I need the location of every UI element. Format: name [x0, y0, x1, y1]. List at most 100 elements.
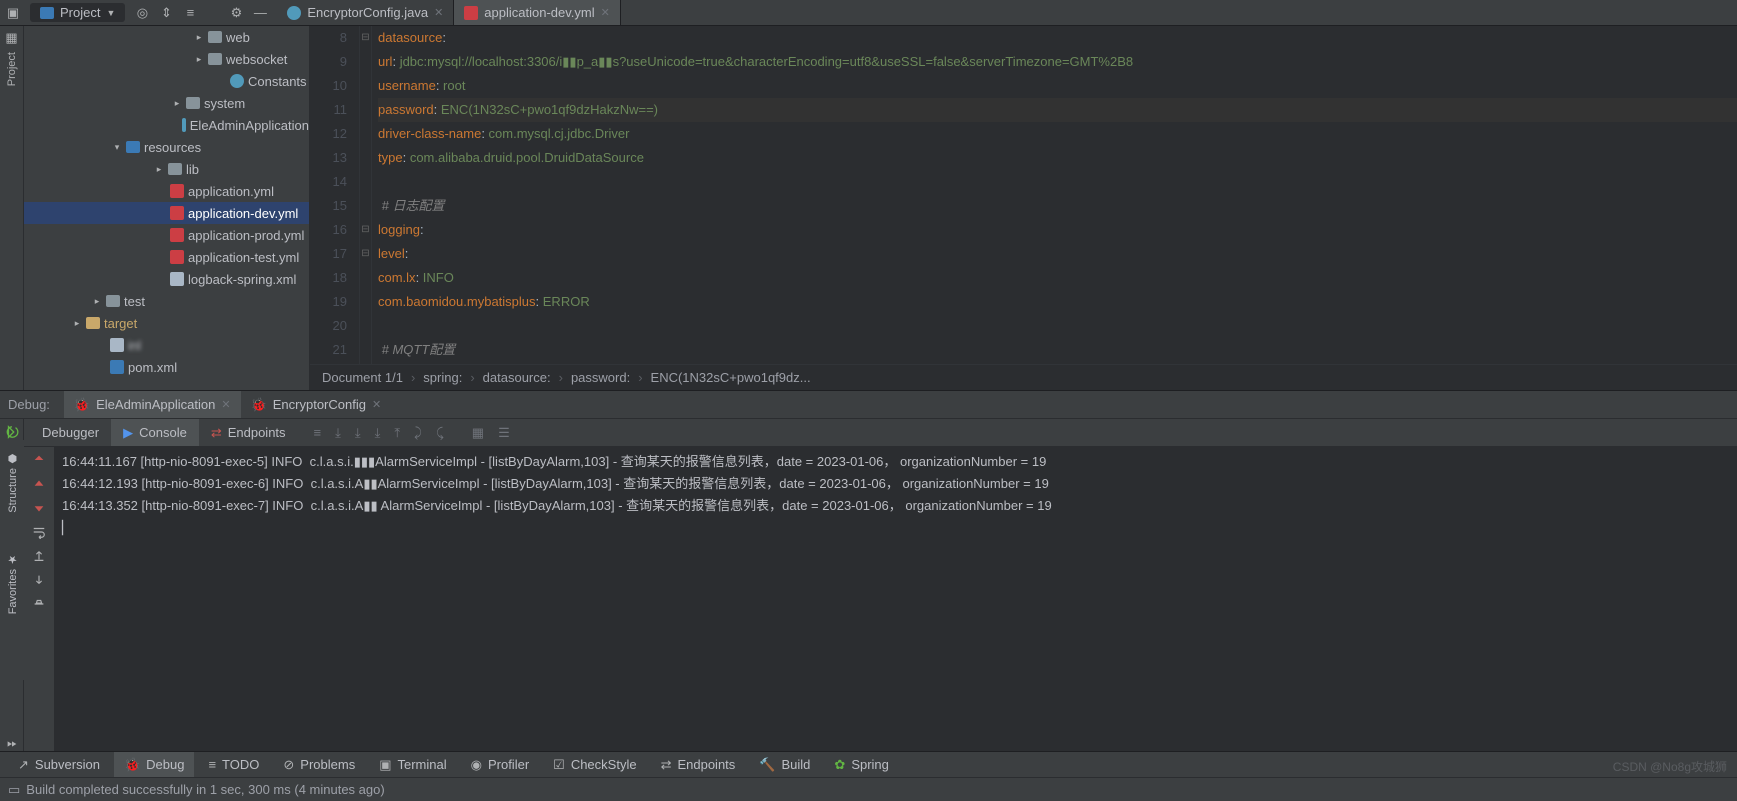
- code-line[interactable]: driver-class-name: com.mysql.cj.jdbc.Dri…: [378, 122, 1737, 146]
- step-icon[interactable]: ⤓: [375, 425, 381, 441]
- expand-icon[interactable]: ▸: [92, 296, 102, 307]
- step-icon[interactable]: ⤒: [394, 425, 400, 441]
- down-icon[interactable]: [32, 501, 46, 515]
- tree-item[interactable]: ▸web: [24, 26, 309, 48]
- tree-item[interactable]: ▸lib: [24, 158, 309, 180]
- folder-icon[interactable]: ▦: [5, 30, 17, 46]
- code-line[interactable]: type: com.alibaba.druid.pool.DruidDataSo…: [378, 146, 1737, 170]
- code-area[interactable]: datasource: url: jdbc:mysql://localhost:…: [372, 26, 1737, 364]
- editor-tabs: EncryptorConfig.java✕application-dev.yml…: [277, 0, 620, 25]
- debug-tab-debugger[interactable]: Debugger: [30, 419, 111, 446]
- bottom-tab-checkstyle[interactable]: ☑CheckStyle: [543, 752, 646, 777]
- breadcrumb-item[interactable]: datasource:: [483, 370, 551, 385]
- gear-icon[interactable]: ⚙: [229, 6, 243, 20]
- code-line[interactable]: [378, 170, 1737, 194]
- close-icon[interactable]: ✕: [434, 6, 443, 19]
- tree-item[interactable]: ▸ system: [24, 92, 309, 114]
- fold-gutter[interactable]: ⊟⊟⊟: [360, 26, 372, 364]
- expand-icon[interactable]: ▸: [72, 318, 82, 329]
- breadcrumb-item[interactable]: password:: [571, 370, 630, 385]
- step-icon[interactable]: ▦: [472, 425, 484, 441]
- console-output[interactable]: 16:44:11.167 [http-nio-8091-exec-5] INFO…: [54, 447, 1737, 751]
- file-tab[interactable]: EncryptorConfig.java✕: [277, 0, 454, 25]
- tree-item[interactable]: Constants: [24, 70, 309, 92]
- tree-item[interactable]: ▾resources: [24, 136, 309, 158]
- up-icon[interactable]: [32, 477, 46, 491]
- code-line[interactable]: com.lx: INFO: [378, 266, 1737, 290]
- bottom-tab-build[interactable]: 🔨Build: [749, 752, 820, 777]
- step-icon[interactable]: ⤓: [355, 425, 361, 441]
- file-tab[interactable]: application-dev.yml✕: [454, 0, 621, 25]
- bottom-tab-terminal[interactable]: ▣Terminal: [369, 752, 456, 777]
- sidebar-toggle-icon[interactable]: ▣: [6, 6, 20, 20]
- code-line[interactable]: datasource:: [378, 26, 1737, 50]
- run-config-tab[interactable]: 🐞EncryptorConfig✕: [241, 391, 392, 418]
- tree-item[interactable]: application.yml: [24, 180, 309, 202]
- code-line[interactable]: [378, 314, 1737, 338]
- tree-item[interactable]: application-test.yml: [24, 246, 309, 268]
- top-icon[interactable]: [32, 453, 46, 467]
- rerun-icon[interactable]: [5, 425, 19, 439]
- wrap-icon[interactable]: [32, 525, 46, 539]
- close-icon[interactable]: ✕: [601, 6, 610, 19]
- breadcrumb-item[interactable]: ENC(1N32sC+pwo1qf9dz...: [651, 370, 811, 385]
- code-line[interactable]: password: ENC(1N32sC+pwo1qf9dzHakzNw==): [378, 98, 1737, 122]
- tree-item[interactable]: ▸target: [24, 312, 309, 334]
- step-icon[interactable]: ⤹: [436, 425, 444, 441]
- breadcrumb[interactable]: Document 1/1›spring:›datasource:›passwor…: [310, 364, 1737, 390]
- step-icon[interactable]: ⤓: [335, 425, 341, 441]
- structure-tool[interactable]: Structure ⬢: [6, 452, 19, 513]
- expand-icon[interactable]: ▾: [112, 142, 122, 153]
- tree-item[interactable]: application-prod.yml: [24, 224, 309, 246]
- code-line[interactable]: username: root: [378, 74, 1737, 98]
- clear-icon[interactable]: [32, 597, 46, 611]
- tree-item[interactable]: inl: [24, 334, 309, 356]
- bottom-tab-todo[interactable]: ≡TODO: [198, 752, 269, 777]
- bottom-tab-spring[interactable]: ✿Spring: [824, 752, 898, 777]
- favorites-tool[interactable]: Favorites ★: [6, 553, 19, 614]
- project-tool-label[interactable]: Project: [6, 52, 18, 86]
- tree-item[interactable]: ▸websocket: [24, 48, 309, 70]
- project-dropdown[interactable]: Project ▼: [30, 3, 125, 22]
- code-line[interactable]: logging:: [378, 218, 1737, 242]
- step-icon[interactable]: ☰: [498, 425, 510, 441]
- hide-icon[interactable]: —: [253, 6, 267, 20]
- close-icon[interactable]: ✕: [372, 398, 381, 411]
- code-line[interactable]: url: jdbc:mysql://localhost:3306/i▮▮p_a▮…: [378, 50, 1737, 74]
- status-icon: ▭: [8, 782, 20, 798]
- code-line[interactable]: level:: [378, 242, 1737, 266]
- breadcrumb-item[interactable]: spring:: [423, 370, 462, 385]
- project-tree[interactable]: ▸web▸websocketConstants ▸ system EleAdminAp…: [24, 26, 310, 390]
- tree-item[interactable]: logback-spring.xml: [24, 268, 309, 290]
- bottom-tab-endpoints[interactable]: ⇄Endpoints: [651, 752, 746, 777]
- expand-icon[interactable]: ▸: [194, 54, 204, 65]
- double-chevron-icon[interactable]: [5, 737, 19, 751]
- close-icon[interactable]: ✕: [221, 398, 230, 411]
- code-line[interactable]: com.baomidou.mybatisplus: ERROR: [378, 290, 1737, 314]
- step-icon[interactable]: ⤸: [414, 425, 422, 441]
- run-config-tab[interactable]: 🐞EleAdminApplication✕: [64, 391, 241, 418]
- expand-icon[interactable]: ▸: [154, 164, 164, 175]
- code-line[interactable]: # 日志配置: [378, 194, 1737, 218]
- step-icon[interactable]: ≡: [314, 425, 322, 441]
- code-line[interactable]: # MQTT配置: [378, 338, 1737, 362]
- collapse-icon[interactable]: ⇕: [159, 6, 173, 20]
- tree-item[interactable]: ▸test: [24, 290, 309, 312]
- tree-label: system: [204, 96, 245, 111]
- target-icon[interactable]: ◎: [135, 6, 149, 20]
- tree-item[interactable]: EleAdminApplication: [24, 114, 309, 136]
- bottom-tab-debug[interactable]: 🐞Debug: [114, 752, 195, 777]
- tree-item[interactable]: application-dev.yml: [24, 202, 309, 224]
- tree-item[interactable]: pom.xml: [24, 356, 309, 378]
- bottom-tab-subversion[interactable]: ↗Subversion: [8, 752, 110, 777]
- expand-icon[interactable]: ▸: [194, 32, 204, 43]
- debug-tab-endpoints[interactable]: ⇄Endpoints: [199, 419, 298, 446]
- bottom-tab-problems[interactable]: ⊘Problems: [273, 752, 365, 777]
- export-icon[interactable]: [32, 549, 46, 563]
- divide-icon[interactable]: ≡: [183, 6, 197, 20]
- debug-tab-console[interactable]: ▶Console: [111, 419, 199, 446]
- expand-icon[interactable]: ▸: [172, 98, 182, 109]
- bottom-tab-profiler[interactable]: ◉Profiler: [461, 752, 540, 777]
- breadcrumb-item[interactable]: Document 1/1: [322, 370, 403, 385]
- scroll-down-icon[interactable]: [32, 573, 46, 587]
